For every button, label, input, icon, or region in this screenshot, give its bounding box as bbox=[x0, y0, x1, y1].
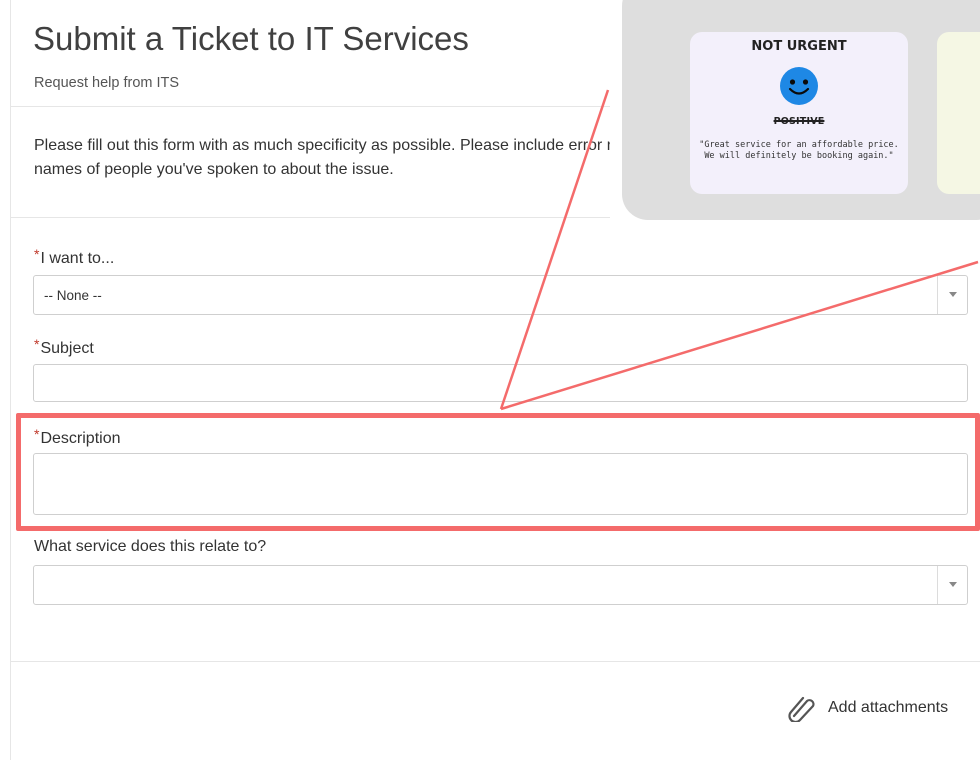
chevron-down-icon bbox=[949, 292, 957, 297]
divider bbox=[11, 661, 980, 662]
dropdown-toggle[interactable] bbox=[937, 566, 967, 604]
subject-label: *Subject bbox=[34, 336, 94, 357]
description-textarea[interactable] bbox=[33, 453, 968, 515]
add-attachments-button[interactable]: Add attachments bbox=[788, 694, 948, 722]
page-subtitle: Request help from ITS bbox=[34, 75, 180, 91]
review-quote: "Great service for an affordable price. … bbox=[699, 140, 899, 161]
urgency-card: NOT URGENT POSITIVE "Great service for a… bbox=[690, 32, 908, 194]
i-want-to-label: *I want to... bbox=[34, 246, 115, 267]
smiley-face-icon bbox=[780, 67, 818, 105]
service-select[interactable] bbox=[33, 565, 968, 605]
select-value: -- None -- bbox=[44, 288, 102, 303]
i-want-to-select[interactable]: -- None -- bbox=[33, 275, 968, 315]
callout-popup: NOT URGENT POSITIVE "Great service for a… bbox=[610, 0, 980, 258]
required-marker: * bbox=[34, 246, 40, 262]
chevron-down-icon bbox=[949, 582, 957, 587]
urgency-title: NOT URGENT bbox=[751, 39, 847, 54]
service-label: What service does this relate to? bbox=[34, 538, 267, 555]
page-title: Submit a Ticket to IT Services bbox=[33, 20, 469, 57]
subject-input[interactable] bbox=[33, 364, 968, 402]
paperclip-icon bbox=[788, 696, 815, 722]
required-marker: * bbox=[34, 336, 40, 352]
secondary-card bbox=[937, 32, 980, 194]
dropdown-toggle[interactable] bbox=[937, 276, 967, 314]
sentiment-label: POSITIVE bbox=[773, 116, 825, 127]
description-label: *Description bbox=[34, 426, 121, 447]
add-attachments-label: Add attachments bbox=[828, 699, 949, 716]
required-marker: * bbox=[34, 426, 40, 442]
